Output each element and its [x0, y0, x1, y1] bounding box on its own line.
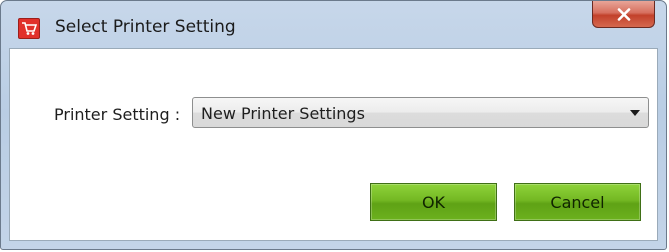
dialog-body: Printer Setting : New Printer Settings O… — [9, 48, 658, 241]
dialog-window: Select Printer Setting Printer Setting :… — [0, 0, 667, 250]
ok-button[interactable]: OK — [370, 183, 497, 221]
title-bar[interactable]: Select Printer Setting — [1, 1, 666, 49]
printer-setting-value: New Printer Settings — [201, 104, 365, 123]
shopping-cart-icon — [18, 18, 40, 39]
cancel-button[interactable]: Cancel — [514, 183, 641, 221]
printer-setting-label: Printer Setting : — [54, 105, 181, 124]
close-icon — [617, 7, 630, 21]
printer-setting-dropdown[interactable]: New Printer Settings — [192, 97, 649, 128]
window-title: Select Printer Setting — [55, 17, 236, 37]
close-button[interactable] — [592, 1, 655, 28]
chevron-down-icon[interactable] — [630, 110, 640, 116]
